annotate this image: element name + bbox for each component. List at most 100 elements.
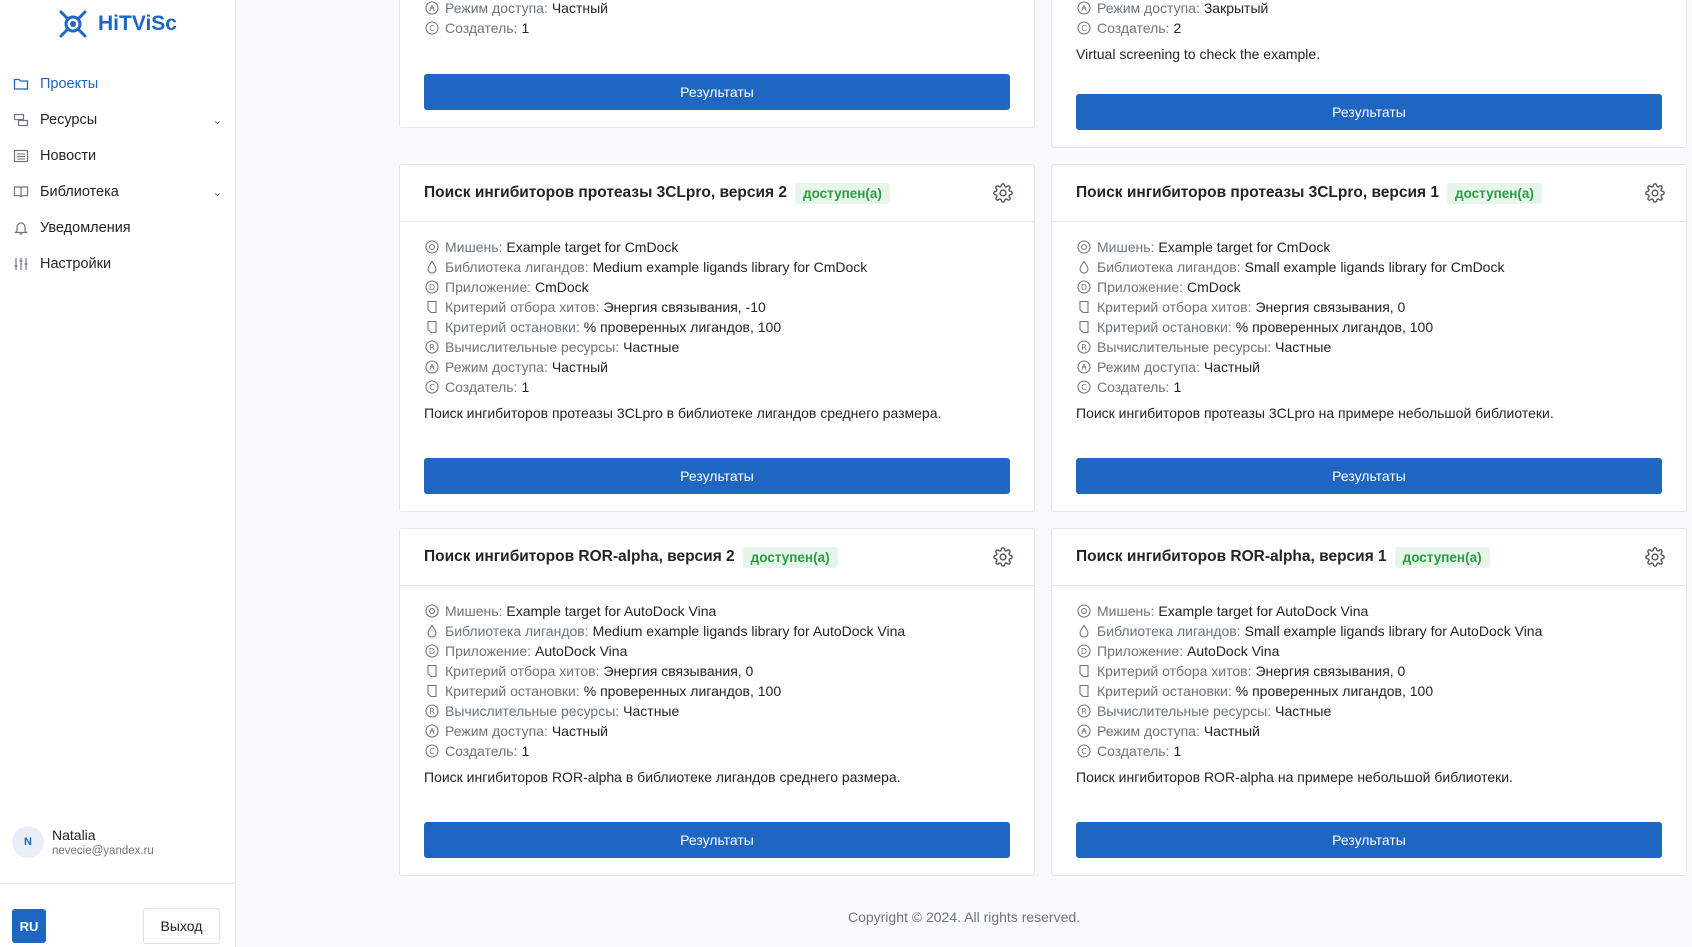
- project-description: Поиск ингибиторов ROR-alpha в библиотеке…: [424, 769, 901, 785]
- document-icon: [1076, 319, 1092, 335]
- app-icon: D: [424, 279, 440, 295]
- prop-access: ₳ Режим доступа: Частный: [424, 0, 1010, 18]
- resources-circle-icon: R: [1076, 339, 1092, 355]
- svg-text:D: D: [1081, 647, 1087, 656]
- folder-icon: [12, 75, 30, 93]
- project-title[interactable]: Поиск ингибиторов ROR-alpha, версия 1: [1076, 548, 1387, 566]
- language-button[interactable]: RU: [12, 909, 46, 943]
- drop-icon: [1076, 623, 1092, 639]
- prop-value: 1: [1173, 743, 1182, 759]
- prop-value: Example target for CmDock: [1158, 239, 1331, 255]
- prop-creator: C Создатель: 1: [1076, 377, 1662, 397]
- project-card: Поиск ингибиторов ROR-alpha, версия 1 дос…: [1051, 528, 1687, 876]
- drop-icon: [424, 259, 440, 275]
- prop-app: D Приложение: CmDock: [424, 277, 1010, 297]
- prop-access: ₳ Режим доступа: Частный: [424, 357, 1010, 377]
- prop-label: Библиотека лигандов:: [1097, 259, 1241, 275]
- project-title[interactable]: Поиск ингибиторов протеазы 3CLpro, верси…: [424, 184, 787, 202]
- prop-label: Критерий остановки:: [445, 683, 580, 699]
- results-button[interactable]: Результаты: [1076, 822, 1662, 858]
- copyright-icon: C: [424, 20, 440, 36]
- svg-text:C: C: [1081, 747, 1087, 756]
- app-logo[interactable]: HiTViSc: [56, 6, 177, 42]
- document-icon: [1076, 683, 1092, 699]
- sidebar-item-library[interactable]: Библиотека ⌄: [0, 174, 236, 210]
- sidebar-item-news[interactable]: Новости: [0, 138, 236, 174]
- sidebar-item-label: Уведомления: [40, 220, 131, 236]
- prop-value: 1: [1173, 379, 1182, 395]
- prop-value: Частные: [623, 339, 680, 355]
- prop-library: Библиотека лигандов: Small example ligand…: [1076, 621, 1662, 641]
- svg-text:R: R: [1081, 707, 1087, 716]
- sidebar-item-resources[interactable]: Ресурсы ⌄: [0, 102, 236, 138]
- results-button[interactable]: Результаты: [424, 822, 1010, 858]
- svg-text:₳: ₳: [1081, 4, 1087, 13]
- sidebar-item-label: Проекты: [40, 76, 99, 92]
- prop-value: AutoDock Vina: [1187, 643, 1280, 659]
- prop-label: Приложение:: [1097, 643, 1184, 659]
- prop-app: D Приложение: CmDock: [1076, 277, 1662, 297]
- status-badge: доступен(а): [1394, 546, 1490, 568]
- target-icon: [424, 603, 440, 619]
- prop-stop-criterion: Критерий остановки:% проверенных лигандо…: [424, 681, 1010, 701]
- gear-icon[interactable]: [992, 182, 1014, 204]
- prop-library: Библиотека лигандов: Small example ligand…: [1076, 257, 1662, 277]
- prop-label: Вычислительные ресурсы:: [445, 703, 620, 719]
- svg-text:R: R: [429, 343, 435, 352]
- prop-resources: R Вычислительные ресурсы: Частные: [424, 701, 1010, 721]
- resources-icon: [12, 111, 30, 129]
- prop-label: Библиотека лигандов:: [1097, 623, 1241, 639]
- bell-icon: [12, 219, 30, 237]
- svg-text:C: C: [1081, 383, 1087, 392]
- gear-icon[interactable]: [1644, 182, 1666, 204]
- gear-icon[interactable]: [992, 546, 1014, 568]
- user-profile[interactable]: N Natalia nevecie@yandex.ru: [12, 826, 154, 858]
- project-title[interactable]: Поиск ингибиторов ROR-alpha, версия 2: [424, 548, 735, 566]
- chevron-down-icon: ⌄: [212, 114, 222, 127]
- sidebar-item-notifications[interactable]: Уведомления: [0, 210, 236, 246]
- access-icon: ₳: [1076, 723, 1092, 739]
- gear-icon[interactable]: [1644, 546, 1666, 568]
- logout-button[interactable]: Выход: [143, 908, 220, 944]
- project-card: Поиск ингибиторов протеазы 3CLpro, верси…: [399, 164, 1035, 512]
- target-icon: [1076, 603, 1092, 619]
- logo-icon: [59, 10, 87, 38]
- prop-resources: R Вычислительные ресурсы: Частные: [424, 337, 1010, 357]
- svg-text:C: C: [1081, 24, 1087, 33]
- project-title[interactable]: Поиск ингибиторов протеазы 3CLpro, верси…: [1076, 184, 1439, 202]
- app-name: HiTViSc: [98, 12, 177, 35]
- status-badge: доступен(а): [1447, 182, 1542, 204]
- prop-value: Example target for AutoDock Vina: [506, 603, 717, 619]
- prop-value: Частный: [1203, 723, 1260, 739]
- sidebar-item-settings[interactable]: Настройки: [0, 246, 236, 282]
- sidebar-item-label: Библиотека: [40, 184, 119, 200]
- prop-value: Энергия связывания, 0: [603, 663, 754, 679]
- prop-value: Энергия связывания, 0: [1255, 299, 1406, 315]
- prop-creator: C Создатель: 1: [424, 377, 1010, 397]
- svg-text:₳: ₳: [1081, 727, 1087, 736]
- resources-circle-icon: R: [424, 703, 440, 719]
- access-icon: ₳: [1076, 0, 1092, 16]
- sidebar-item-label: Настройки: [40, 256, 112, 272]
- prop-label: Мишень:: [445, 239, 503, 255]
- prop-value: Medium example ligands library for AutoD…: [592, 623, 906, 639]
- prop-value: AutoDock Vina: [535, 643, 628, 659]
- results-button[interactable]: Результаты: [424, 458, 1010, 494]
- chevron-down-icon: ⌄: [212, 186, 222, 199]
- prop-target: Мишень: Example target for CmDock: [1076, 237, 1662, 257]
- svg-text:D: D: [429, 647, 435, 656]
- results-button[interactable]: Результаты: [424, 74, 1010, 110]
- prop-value: Частный: [551, 0, 608, 16]
- prop-label: Создатель:: [1097, 379, 1170, 395]
- prop-label: Вычислительные ресурсы:: [1097, 339, 1272, 355]
- prop-value: Частные: [623, 703, 680, 719]
- results-button[interactable]: Результаты: [1076, 94, 1662, 130]
- results-button[interactable]: Результаты: [1076, 458, 1662, 494]
- card-body: Мишень: Example target for CmDock Библиоте…: [1076, 237, 1662, 421]
- sidebar-item-projects[interactable]: Проекты: [0, 66, 236, 102]
- prop-label: Критерий остановки:: [1097, 683, 1232, 699]
- sidebar-nav: Проекты Ресурсы ⌄ Новости Библиотека ⌄ У…: [0, 66, 236, 282]
- access-icon: ₳: [424, 0, 440, 16]
- prop-hit-criterion: Критерий отбора хитов: Энергия связывания…: [424, 297, 1010, 317]
- sidebar-item-label: Новости: [40, 148, 97, 164]
